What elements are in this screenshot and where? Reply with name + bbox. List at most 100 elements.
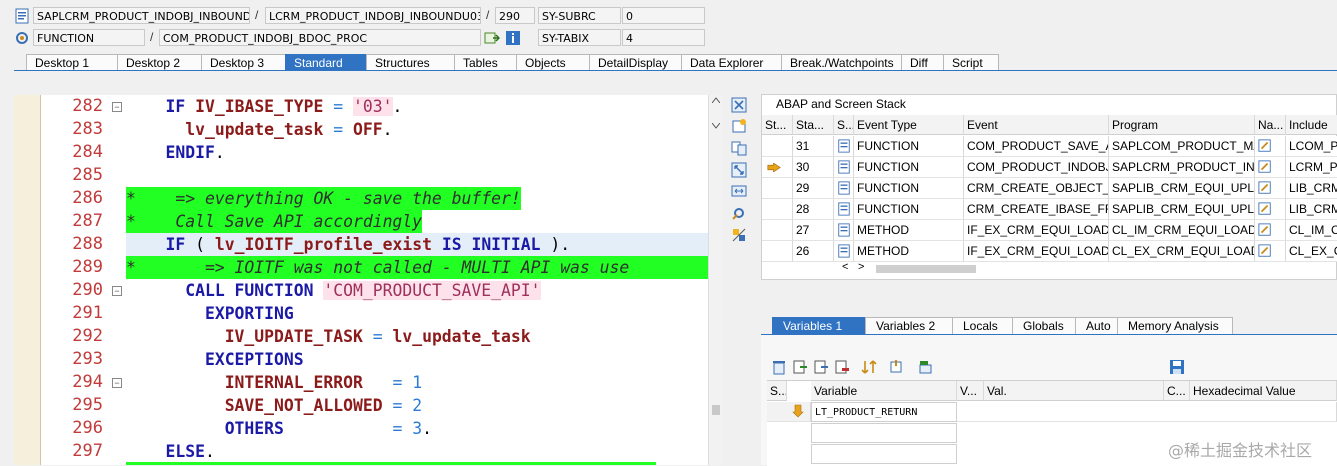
stack-cell-include[interactable]: CL_EX_CR <box>1286 241 1337 262</box>
stack-cell-program[interactable]: SAPLCOM_PRODUCT_MA... <box>1109 136 1255 157</box>
stack-marker-cell[interactable] <box>762 136 793 157</box>
stack-type-icon[interactable] <box>834 220 854 241</box>
navigate-source-icon[interactable] <box>1255 199 1286 220</box>
stack-cell-level[interactable]: 27 <box>793 220 834 241</box>
stack-cell-level[interactable]: 29 <box>793 178 834 199</box>
stack-cell-level[interactable]: 28 <box>793 199 834 220</box>
stack-type-icon[interactable] <box>834 241 854 262</box>
variable-name-input[interactable] <box>811 423 957 443</box>
swap-panels-icon[interactable] <box>731 183 747 199</box>
navigate-icon[interactable] <box>484 30 500 46</box>
stack-cell-program[interactable]: SAPLCRM_PRODUCT_IN... <box>1109 157 1255 178</box>
replace-tool-icon[interactable] <box>731 140 747 156</box>
stack-cell-event[interactable]: COM_PRODUCT_INDOBJ... <box>964 157 1109 178</box>
stack-cell-event[interactable]: IF_EX_CRM_EQUI_LOAD... <box>964 241 1109 262</box>
stack-cell-event[interactable]: IF_EX_CRM_EQUI_LOAD... <box>964 220 1109 241</box>
stack-cell-include[interactable]: LCRM_PR <box>1286 157 1337 178</box>
tab-standard[interactable]: Standard <box>285 54 367 70</box>
scroll-right-icon[interactable]: > <box>858 261 864 273</box>
column-header[interactable]: Na... <box>1255 115 1286 135</box>
column-header[interactable]: V... <box>957 381 984 401</box>
event-field[interactable]: COM_PRODUCT_INDOBJ_BDOC_PROC <box>159 29 481 46</box>
stack-marker-cell[interactable] <box>762 178 793 199</box>
tab-variables-1[interactable]: Variables 1 <box>772 317 866 334</box>
stack-cell-event[interactable]: CRM_CREATE_IBASE_FR... <box>964 199 1109 220</box>
import-icon[interactable] <box>792 359 808 375</box>
tab-detaildisplay[interactable]: DetailDisplay <box>589 54 682 70</box>
stack-cell-level[interactable]: 26 <box>793 241 834 262</box>
sort-icon[interactable] <box>861 359 877 375</box>
stack-cell-program[interactable]: SAPLIB_CRM_EQUI_UPL... <box>1109 199 1255 220</box>
event-type-field[interactable]: FUNCTION <box>33 29 145 46</box>
flag-icon[interactable] <box>917 359 933 375</box>
stack-type-icon[interactable] <box>834 157 854 178</box>
navigate-source-icon[interactable] <box>1255 136 1286 157</box>
stack-cell-type[interactable]: FUNCTION <box>854 136 964 157</box>
stack-cell-type[interactable]: FUNCTION <box>854 199 964 220</box>
info-icon[interactable] <box>505 30 521 46</box>
stack-cell-type[interactable]: METHOD <box>854 220 964 241</box>
scroll-thumb[interactable] <box>876 265 976 273</box>
stack-cell-level[interactable]: 31 <box>793 136 834 157</box>
tab-globals[interactable]: Globals <box>1012 317 1076 334</box>
tab-auto[interactable]: Auto <box>1075 317 1118 334</box>
navigate-source-icon[interactable] <box>1255 178 1286 199</box>
services-icon[interactable] <box>731 205 747 221</box>
column-header[interactable]: Event <box>964 115 1109 135</box>
program-field[interactable]: SAPLCRM_PRODUCT_INDOBJ_INBOUND <box>33 7 250 24</box>
column-header[interactable]: Variable <box>811 381 957 401</box>
close-tool-icon[interactable] <box>731 97 747 113</box>
delete-icon[interactable] <box>771 359 787 375</box>
stack-marker-cell[interactable] <box>762 241 793 262</box>
stack-cell-program[interactable]: CL_EX_CRM_EQUI_LOAD... <box>1109 241 1255 262</box>
navigate-source-icon[interactable] <box>1255 157 1286 178</box>
tab-breakpoints[interactable]: Break./Watchpoints <box>781 54 902 70</box>
tab-objects[interactable]: Objects <box>516 54 590 70</box>
remove-entry-icon[interactable] <box>834 359 850 375</box>
tab-memory-analysis[interactable]: Memory Analysis <box>1117 317 1233 334</box>
column-header[interactable]: Include <box>1286 115 1337 135</box>
column-header[interactable]: Hexadecimal Value <box>1190 381 1337 401</box>
tab-script[interactable]: Script <box>943 54 999 70</box>
subrc-value[interactable]: 0 <box>622 7 705 24</box>
stack-cell-include[interactable]: LIB_CRM_ <box>1286 178 1337 199</box>
stack-marker-cell[interactable] <box>762 220 793 241</box>
tab-diff[interactable]: Diff <box>901 54 944 70</box>
stack-cell-include[interactable]: LCOM_PR <box>1286 136 1337 157</box>
tab-locals[interactable]: Locals <box>952 317 1013 334</box>
stack-marker-cell[interactable] <box>762 157 793 178</box>
variable-name-input[interactable]: LT_PRODUCT_RETURN <box>811 402 957 422</box>
scroll-down-icon[interactable] <box>712 123 720 129</box>
column-header[interactable]: Event Type <box>854 115 964 135</box>
tab-desktop-1[interactable]: Desktop 1 <box>26 54 118 70</box>
source-code-editor[interactable]: 282 − IF IV_IBASE_TYPE = '03'. 283 lv_up… <box>14 95 708 465</box>
tabix-value[interactable]: 4 <box>622 29 705 46</box>
stack-type-icon[interactable] <box>834 178 854 199</box>
stack-cell-program[interactable]: SAPLIB_CRM_EQUI_UPL... <box>1109 178 1255 199</box>
column-header[interactable]: St... <box>762 115 793 135</box>
transfer-icon[interactable] <box>888 359 904 375</box>
column-header[interactable]: Sta... <box>793 115 834 135</box>
stack-cell-type[interactable]: FUNCTION <box>854 178 964 199</box>
tab-desktop-2[interactable]: Desktop 2 <box>117 54 202 70</box>
tab-variables-2[interactable]: Variables 2 <box>865 317 953 334</box>
stack-type-icon[interactable] <box>834 136 854 157</box>
stack-cell-include[interactable]: CL_IM_CR <box>1286 220 1337 241</box>
scroll-up-icon[interactable] <box>712 97 720 103</box>
tab-structures[interactable]: Structures <box>366 54 455 70</box>
stack-cell-level[interactable]: 30 <box>793 157 834 178</box>
variable-name-input[interactable] <box>811 444 957 464</box>
stack-horizontal-scrollbar[interactable]: < > <box>836 261 1116 275</box>
stack-type-icon[interactable] <box>834 199 854 220</box>
fold-toggle-icon[interactable]: − <box>112 102 122 112</box>
editor-vertical-scrollbar[interactable] <box>708 95 723 465</box>
stack-cell-type[interactable]: FUNCTION <box>854 157 964 178</box>
stack-marker-cell[interactable] <box>762 199 793 220</box>
stack-cell-event[interactable]: COM_PRODUCT_SAVE_A... <box>964 136 1109 157</box>
scroll-left-icon[interactable]: < <box>842 261 848 273</box>
navigate-source-icon[interactable] <box>1255 220 1286 241</box>
column-header[interactable]: S... <box>767 381 787 401</box>
tab-desktop-3[interactable]: Desktop 3 <box>201 54 286 70</box>
column-header[interactable]: S... <box>834 115 854 135</box>
tab-data-explorer[interactable]: Data Explorer <box>681 54 782 70</box>
